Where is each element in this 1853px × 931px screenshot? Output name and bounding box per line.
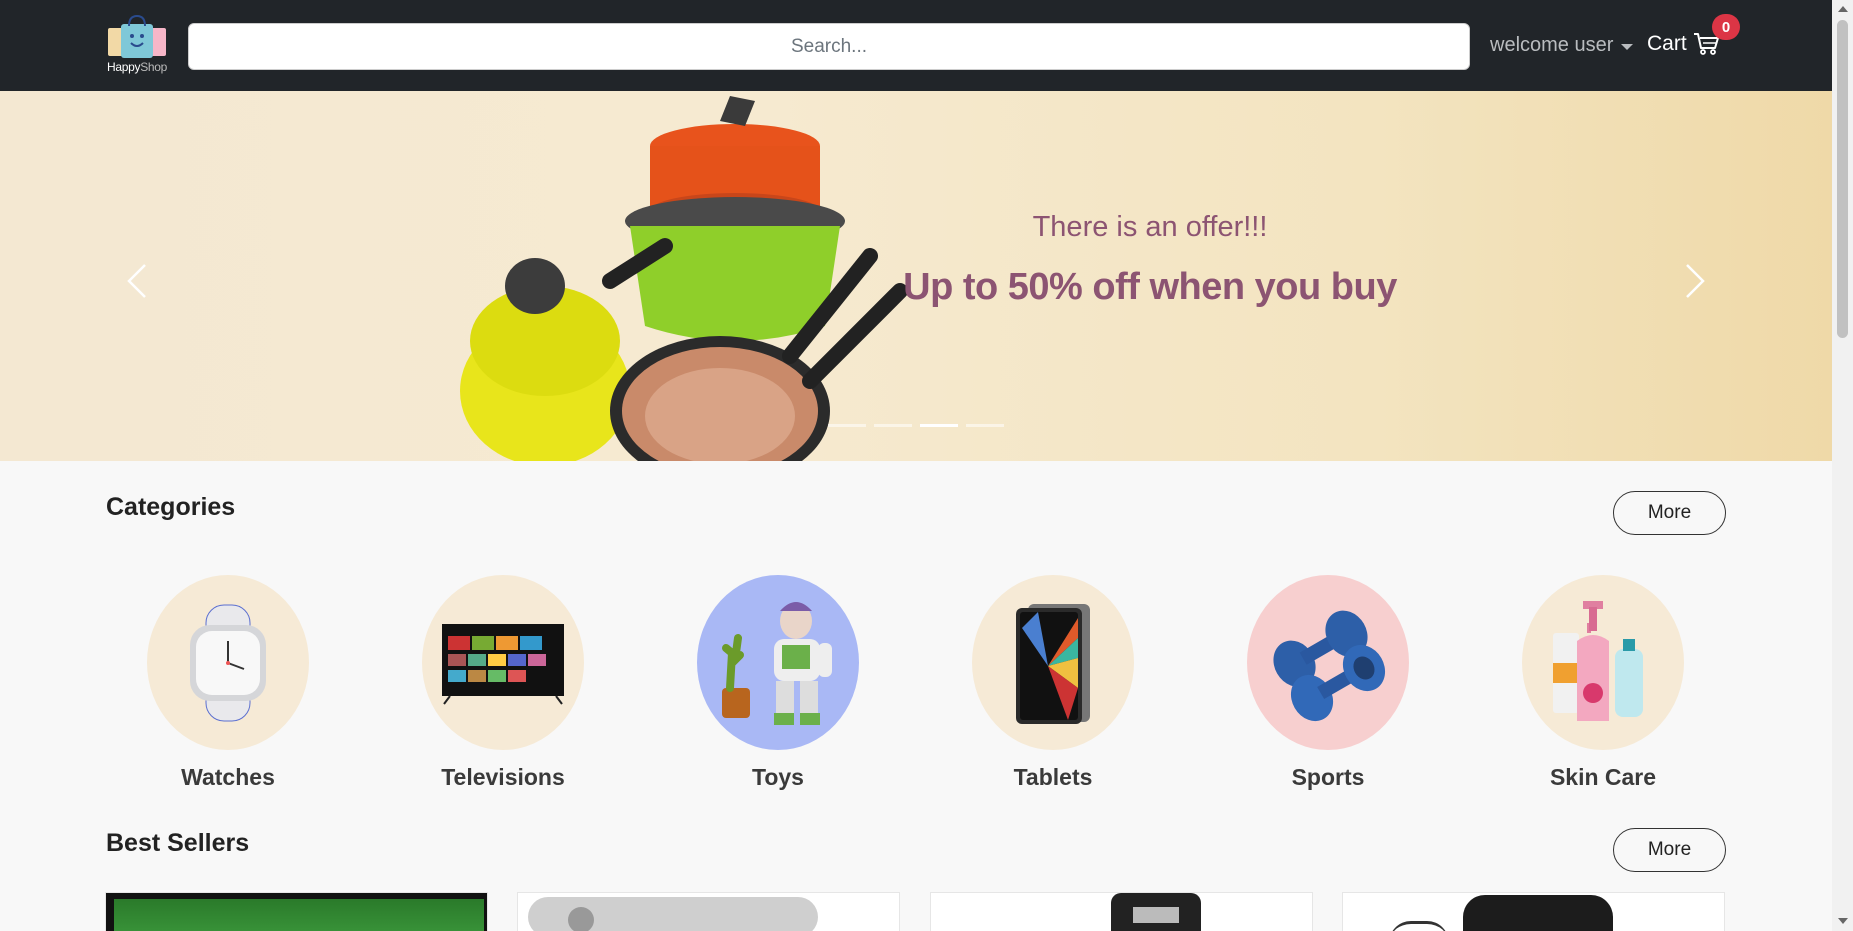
product-image	[1111, 893, 1201, 931]
page-scrollbar[interactable]	[1832, 0, 1853, 931]
offer-headline: Up to 50% off when you buy	[903, 266, 1397, 308]
product-image	[528, 897, 818, 931]
navbar: HappyShop welcome user Cart 0	[0, 0, 1832, 91]
product-card[interactable]	[517, 892, 900, 931]
categories-title: Categories	[106, 493, 236, 521]
category-tablets[interactable]: Tablets	[943, 575, 1163, 791]
category-televisions[interactable]: Televisions	[393, 575, 613, 791]
shopping-bag-logo-icon	[108, 14, 166, 58]
tablet-icon	[972, 575, 1134, 750]
category-label: Skin Care	[1549, 764, 1657, 790]
watch-icon	[147, 575, 309, 750]
category-sports[interactable]: Sports	[1218, 575, 1438, 791]
dumbbell-icon	[1247, 575, 1409, 750]
cart-count-badge: 0	[1712, 14, 1740, 40]
carousel-prev-button[interactable]	[117, 256, 157, 306]
category-label: Televisions	[441, 764, 565, 790]
happyshop-logo[interactable]: HappyShop	[104, 14, 170, 76]
scrollbar-thumb[interactable]	[1837, 20, 1848, 338]
caret-down-icon	[1621, 43, 1634, 50]
best-sellers-more-button[interactable]: More	[1613, 828, 1726, 872]
toy-icon	[697, 575, 859, 750]
product-strap	[1389, 921, 1449, 931]
cart-link[interactable]: Cart	[1647, 32, 1719, 56]
categories-more-button[interactable]: More	[1613, 491, 1726, 535]
category-label: Tablets	[1013, 764, 1093, 790]
skincare-icon	[1522, 575, 1684, 750]
category-watches[interactable]: Watches	[118, 575, 338, 791]
carousel-indicators	[828, 424, 1004, 427]
product-image	[106, 893, 487, 931]
carousel-indicator[interactable]	[874, 424, 912, 427]
product-card[interactable]	[105, 892, 488, 931]
category-label: Toys	[752, 764, 804, 790]
user-menu-label: welcome user	[1490, 34, 1614, 56]
product-image	[1463, 895, 1613, 931]
television-icon	[422, 575, 584, 750]
category-label: Sports	[1291, 764, 1365, 790]
category-skin-care[interactable]: Skin Care	[1493, 575, 1713, 791]
chevron-left-icon	[127, 264, 146, 298]
carousel-indicator[interactable]	[828, 424, 866, 427]
best-sellers-title: Best Sellers	[106, 829, 250, 857]
carousel-indicator[interactable]	[920, 424, 958, 427]
category-label: Watches	[181, 764, 275, 790]
offer-subtitle: There is an offer!!!	[1032, 211, 1268, 243]
product-card[interactable]	[1342, 892, 1725, 931]
carousel-indicator[interactable]	[966, 424, 1004, 427]
product-card[interactable]	[930, 892, 1313, 931]
logo-text-happy: Happy	[106, 60, 141, 74]
category-toys[interactable]: Toys	[668, 575, 888, 791]
scroll-down-arrow-icon[interactable]	[1838, 918, 1848, 924]
hero-carousel: There is an offer!!! Up to 50% off when …	[0, 91, 1832, 461]
cart-label: Cart	[1647, 32, 1687, 55]
logo-text-shop: Shop	[140, 60, 168, 74]
search-input[interactable]	[188, 23, 1470, 70]
scroll-up-arrow-icon[interactable]	[1838, 6, 1848, 12]
carousel-next-button[interactable]	[1675, 256, 1715, 306]
cookware-pots-image	[460, 96, 908, 461]
user-menu-dropdown[interactable]: welcome user	[1490, 34, 1634, 57]
chevron-right-icon	[1686, 264, 1705, 298]
